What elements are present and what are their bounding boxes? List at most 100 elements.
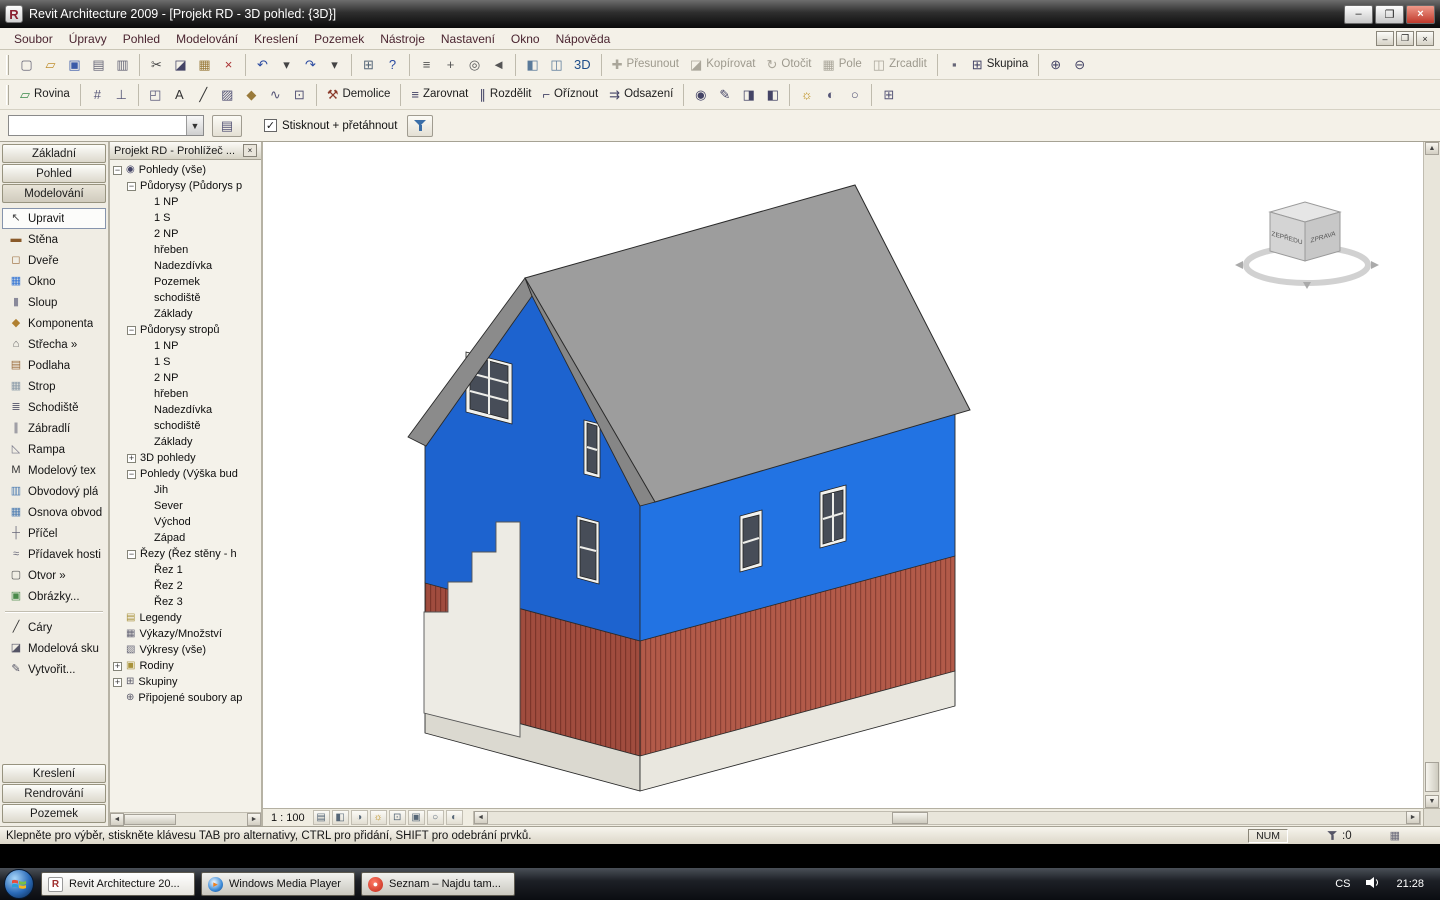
close-button[interactable]: × — [1406, 5, 1435, 24]
language-indicator[interactable]: CS — [1335, 878, 1350, 890]
design-tab-2[interactable]: Modelování — [2, 184, 106, 203]
tree-node[interactable]: 2 NP — [110, 226, 261, 242]
design-tool-floor[interactable]: ▤Podlaha — [2, 355, 106, 376]
taskbar-button-seznam[interactable]: ●Seznam – Najdu tam... — [361, 872, 515, 896]
tree-node[interactable]: ▧Výkresy (vše) — [110, 642, 261, 658]
measure-button[interactable]: ⊞ — [357, 53, 380, 77]
taskbar-button-wmp[interactable]: ▸Windows Media Player — [201, 872, 355, 896]
tree-node[interactable]: −Půdorysy (Půdorys p — [110, 178, 261, 194]
drawing-area[interactable]: ZEPŘEDU ZPRAVA 1 : 100 ▤◧◑☼⊡▣○◐ ◄ ► ▲ ▼ — [263, 142, 1440, 826]
tree-node[interactable]: −Pohledy (Výška bud — [110, 466, 261, 482]
tree-node[interactable]: Řez 3 — [110, 594, 261, 610]
editable-only-icon[interactable]: ▦ — [1390, 829, 1400, 842]
cut-button[interactable]: ✂ — [145, 53, 168, 77]
print-preview-button[interactable]: ▥ — [111, 53, 134, 77]
viewcube[interactable]: ZEPŘEDU ZPRAVA — [1235, 202, 1379, 289]
tree-node[interactable]: ▦Výkazy/Množství — [110, 626, 261, 642]
design-tool-curtain-grid[interactable]: ▦Osnova obvod — [2, 502, 106, 523]
detail-line-button[interactable]: ╱ — [192, 83, 215, 107]
tree-node[interactable]: Sever — [110, 498, 261, 514]
shading-mode-button[interactable]: ◧ — [521, 53, 544, 77]
design-tool-ramp[interactable]: ◺Rampa — [2, 439, 106, 460]
thin-lines-button[interactable]: ≡ — [415, 53, 438, 77]
collapse-icon[interactable]: − — [113, 166, 122, 175]
save-button[interactable]: ▣ — [63, 53, 86, 77]
design-tool-host-sweep[interactable]: ≈Přídavek hosti — [2, 544, 106, 565]
menu-item-9[interactable]: Nápověda — [548, 30, 619, 48]
menu-item-7[interactable]: Nastavení — [433, 30, 503, 48]
checkbox-check-icon[interactable]: ✓ — [264, 119, 277, 132]
collapse-icon[interactable]: − — [127, 182, 136, 191]
design-tab-1[interactable]: Pohled — [2, 164, 106, 183]
mdi-minimize-button[interactable]: – — [1376, 31, 1394, 46]
scroll-down-icon[interactable]: ▼ — [1425, 795, 1439, 808]
design-tool-stairs[interactable]: ≣Schodiště — [2, 397, 106, 418]
tree-node[interactable]: hřeben — [110, 386, 261, 402]
print-button[interactable]: ▤ — [87, 53, 110, 77]
scroll-right-icon[interactable]: ► — [1406, 811, 1420, 824]
grid-button[interactable]: # — [86, 83, 109, 107]
design-tab-bottom-0[interactable]: Kreslení — [2, 764, 106, 783]
scrollbar-thumb[interactable] — [124, 814, 176, 825]
tree-node[interactable]: Jih — [110, 482, 261, 498]
design-tool-modify[interactable]: ↖Upravit — [2, 208, 106, 229]
undo-history-button[interactable]: ▾ — [275, 53, 298, 77]
split-button[interactable]: ∥Rozdělit — [474, 83, 536, 107]
menu-item-1[interactable]: Úpravy — [61, 30, 115, 48]
tree-node[interactable]: Základy — [110, 306, 261, 322]
work-plane-button[interactable]: ▱Rovina — [15, 83, 75, 107]
sun-settings-button[interactable]: ☼ — [370, 810, 387, 825]
expand-icon[interactable]: + — [127, 454, 136, 463]
redo-button[interactable]: ↷ — [299, 53, 322, 77]
design-tool-opening[interactable]: ▢Otvor » — [2, 565, 106, 586]
canvas-hscrollbar[interactable]: ◄ ► — [473, 811, 1421, 825]
detail-level-button[interactable]: ▤ — [313, 810, 330, 825]
tree-node[interactable]: schodiště — [110, 290, 261, 306]
tree-node[interactable]: schodiště — [110, 418, 261, 434]
browser-close-icon[interactable]: × — [243, 144, 257, 157]
design-tool-ceiling[interactable]: ▦Strop — [2, 376, 106, 397]
tree-node[interactable]: Nadezdívka — [110, 402, 261, 418]
show-hidden-lines-button[interactable]: ☼ — [795, 83, 818, 107]
design-tool-model-group[interactable]: ◪Modelová sku — [2, 638, 106, 659]
text-note-button[interactable]: A — [168, 83, 191, 107]
menu-item-4[interactable]: Kreslení — [246, 30, 306, 48]
scroll-left-icon[interactable]: ◄ — [474, 811, 488, 824]
design-tool-column[interactable]: ▮Sloup — [2, 292, 106, 313]
press-drag-checkbox[interactable]: ✓ Stisknout + přetáhnout — [264, 119, 397, 132]
mirror-button[interactable]: ◫Zrcadlit — [868, 53, 932, 77]
filter-button[interactable] — [407, 115, 433, 137]
design-tab-0[interactable]: Základní — [2, 144, 106, 163]
menu-item-2[interactable]: Pohled — [115, 30, 168, 48]
properties-button[interactable]: ▤ — [212, 115, 242, 137]
design-tool-door[interactable]: ◻Dveře — [2, 250, 106, 271]
copy-button[interactable]: ◪ — [169, 53, 192, 77]
restore-button[interactable]: ❐ — [1375, 5, 1404, 24]
shadows-button[interactable]: ◑ — [351, 810, 368, 825]
cut-profile-button[interactable]: ○ — [843, 83, 866, 107]
expand-icon[interactable]: + — [113, 678, 122, 687]
design-tool-wall[interactable]: ▬Stěna — [2, 229, 106, 250]
linework-button[interactable]: ✎ — [713, 83, 736, 107]
scrollbar-thumb[interactable] — [1425, 762, 1439, 792]
type-selector[interactable]: ▼ — [8, 115, 204, 136]
design-tool-mullion[interactable]: ┼Příčel — [2, 523, 106, 544]
pan-button[interactable]: + — [439, 53, 462, 77]
scroll-right-icon[interactable]: ► — [247, 813, 261, 826]
tree-node[interactable]: Východ — [110, 514, 261, 530]
design-tool-railing[interactable]: ∥Zábradlí — [2, 418, 106, 439]
tree-node[interactable]: ⊕Připojené soubory ap — [110, 690, 261, 706]
canvas-vscrollbar[interactable]: ▲ ▼ — [1423, 142, 1440, 808]
tree-node[interactable]: hřeben — [110, 242, 261, 258]
design-tool-model-text[interactable]: MModelový tex — [2, 460, 106, 481]
lock-position-button[interactable]: ▪ — [943, 53, 966, 77]
default-3d-view-button[interactable]: 3D — [569, 53, 596, 77]
tree-node[interactable]: +⊞Skupiny — [110, 674, 261, 690]
collapse-icon[interactable]: − — [127, 550, 136, 559]
detail-group-button[interactable]: ⊡ — [288, 83, 311, 107]
filled-region-button[interactable]: ▨ — [216, 83, 239, 107]
attach-button[interactable]: ⊕ — [1044, 53, 1067, 77]
offset-button[interactable]: ⇉Odsazení — [604, 83, 678, 107]
tree-node[interactable]: 1 NP — [110, 194, 261, 210]
browser-hscrollbar[interactable]: ◄ ► — [110, 812, 261, 826]
